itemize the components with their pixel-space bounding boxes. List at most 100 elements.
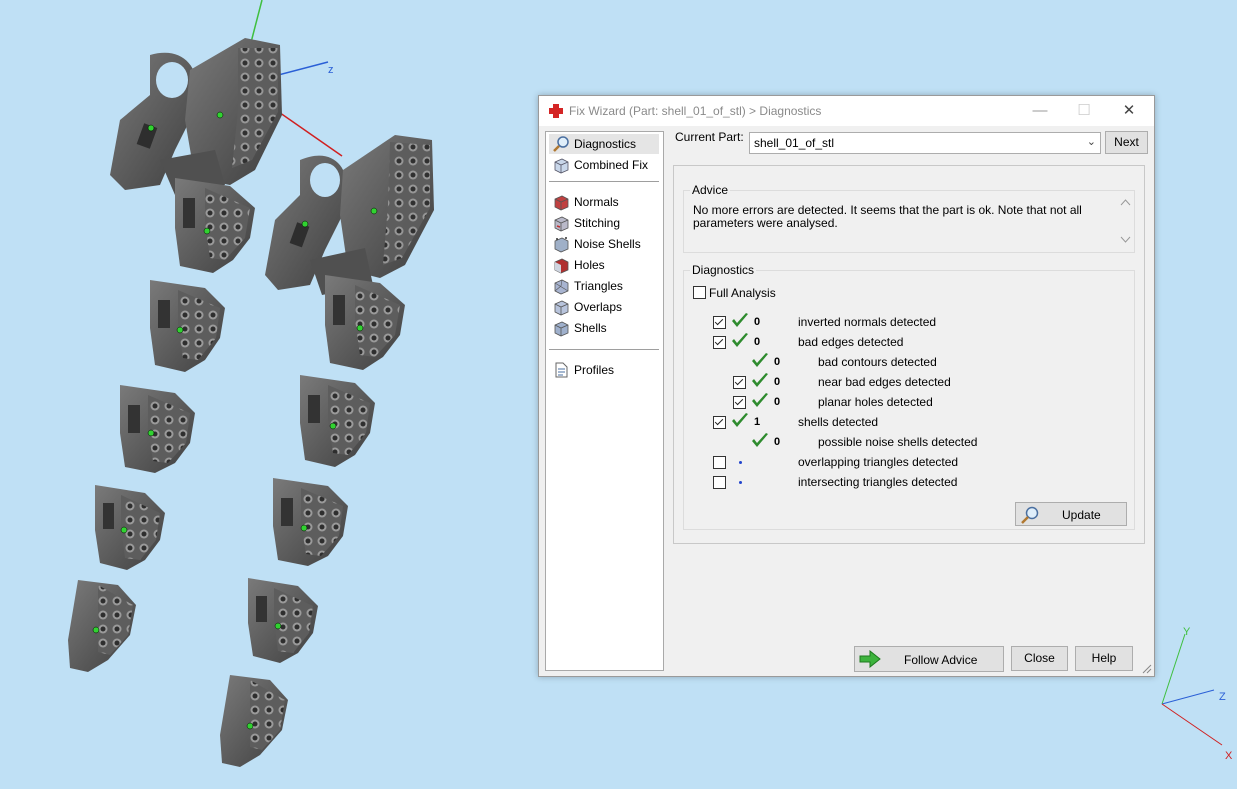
finger-segments-left bbox=[68, 178, 255, 672]
corner-z-axis-label: Z bbox=[1219, 691, 1226, 703]
noise-shells-count: 0 bbox=[774, 436, 781, 448]
nav-label-noise-shells: Noise Shells bbox=[574, 237, 641, 251]
noise-shells-label: possible noise shells detected bbox=[818, 435, 978, 449]
nav-item-profiles[interactable]: Profiles bbox=[549, 360, 659, 380]
nav-label-normals: Normals bbox=[574, 195, 619, 209]
full-analysis-label: Full Analysis bbox=[709, 286, 776, 300]
title-bar[interactable]: Fix Wizard (Part: shell_01_of_stl) > Dia… bbox=[539, 96, 1154, 126]
corner-axis-triad: Y Z X bbox=[1161, 626, 1233, 762]
magnifier-icon bbox=[553, 136, 569, 152]
advice-group: Advice No more errors are detected. It s… bbox=[683, 183, 1135, 253]
pending-dot-icon bbox=[739, 461, 742, 464]
nav-label-triangles: Triangles bbox=[574, 279, 623, 293]
green-check-icon bbox=[752, 433, 768, 447]
nav-item-noise-shells[interactable]: Noise Shells bbox=[549, 234, 659, 254]
maximize-button[interactable]: ☐ bbox=[1062, 96, 1106, 126]
green-check-icon bbox=[732, 313, 748, 327]
shells-icon bbox=[554, 321, 569, 337]
combined-fix-icon bbox=[554, 158, 569, 174]
overlapping-triangles-label: overlapping triangles detected bbox=[798, 455, 959, 469]
nav-item-normals[interactable]: Normals bbox=[549, 192, 659, 212]
diagnostics-title: Diagnostics bbox=[690, 263, 757, 277]
near-bad-edges-label: near bad edges detected bbox=[818, 375, 951, 389]
near-bad-edges-count: 0 bbox=[774, 376, 781, 388]
green-check-icon bbox=[752, 353, 768, 367]
wizard-nav: Diagnostics Combined Fix Normals Stitchi… bbox=[545, 131, 664, 671]
hinge-part-left bbox=[110, 38, 282, 195]
nav-item-shells[interactable]: Shells bbox=[549, 318, 659, 338]
overlaps-icon bbox=[554, 300, 569, 316]
green-arrow-icon bbox=[859, 650, 881, 668]
green-check-icon bbox=[752, 393, 768, 407]
nav-divider bbox=[549, 181, 659, 182]
follow-advice-button[interactable]: Follow Advice bbox=[854, 646, 1004, 672]
bad-edges-checkbox[interactable] bbox=[713, 336, 726, 349]
intersecting-triangles-checkbox[interactable] bbox=[713, 476, 726, 489]
close-button[interactable]: Close bbox=[1011, 646, 1068, 671]
update-button[interactable]: Update bbox=[1015, 502, 1127, 526]
next-button[interactable]: Next bbox=[1105, 131, 1148, 154]
current-part-dropdown[interactable]: shell_01_of_stl ⌄ bbox=[749, 132, 1101, 154]
overlapping-triangles-checkbox[interactable] bbox=[713, 456, 726, 469]
dialog-title: Fix Wizard (Part: shell_01_of_stl) > Dia… bbox=[569, 104, 822, 118]
nav-label-combined-fix: Combined Fix bbox=[574, 158, 649, 172]
main-z-axis-label: z bbox=[328, 64, 334, 76]
holes-icon bbox=[554, 258, 569, 274]
shells-checkbox[interactable] bbox=[713, 416, 726, 429]
triangles-icon bbox=[554, 279, 569, 295]
chevron-down-icon: ⌄ bbox=[1086, 136, 1096, 148]
diagnostics-group: Diagnostics Full Analysis 0 inverted nor… bbox=[683, 263, 1135, 530]
fix-wizard-dialog: Fix Wizard (Part: shell_01_of_stl) > Dia… bbox=[538, 95, 1155, 677]
finger-segments-right bbox=[220, 275, 405, 767]
inverted-normals-count: 0 bbox=[754, 316, 761, 328]
advice-title: Advice bbox=[690, 183, 731, 197]
nav-label-shells: Shells bbox=[574, 321, 607, 335]
update-button-label: Update bbox=[1062, 508, 1101, 522]
bad-contours-label: bad contours detected bbox=[818, 355, 937, 369]
inverted-normals-label: inverted normals detected bbox=[798, 315, 937, 329]
nav-label-stitching: Stitching bbox=[574, 216, 621, 230]
full-analysis-checkbox[interactable] bbox=[693, 286, 706, 299]
nav-item-overlaps[interactable]: Overlaps bbox=[549, 297, 659, 317]
nav-item-stitching[interactable]: Stitching bbox=[549, 213, 659, 233]
green-check-icon bbox=[732, 333, 748, 347]
pending-dot-icon bbox=[739, 481, 742, 484]
magnifier-icon bbox=[1021, 506, 1039, 524]
noise-shells-icon bbox=[554, 237, 569, 253]
bad-edges-count: 0 bbox=[754, 336, 761, 348]
inverted-normals-checkbox[interactable] bbox=[713, 316, 726, 329]
nav-item-holes[interactable]: Holes bbox=[549, 255, 659, 275]
corner-y-axis-label: Y bbox=[1183, 626, 1191, 638]
shells-count: 1 bbox=[754, 416, 761, 428]
nav-label-overlaps: Overlaps bbox=[574, 300, 623, 314]
near-bad-edges-checkbox[interactable] bbox=[733, 376, 746, 389]
nav-item-diagnostics[interactable]: Diagnostics bbox=[549, 134, 659, 154]
close-window-button[interactable]: ✕ bbox=[1107, 96, 1151, 126]
hinge-part-right bbox=[265, 135, 434, 295]
current-part-label: Current Part: bbox=[675, 130, 744, 144]
stitching-icon bbox=[554, 216, 569, 232]
planar-holes-count: 0 bbox=[774, 396, 781, 408]
diagnostics-panel: Advice No more errors are detected. It s… bbox=[673, 165, 1145, 544]
scroll-arrows-icon bbox=[1120, 199, 1131, 243]
planar-holes-label: planar holes detected bbox=[818, 395, 933, 409]
nav-divider bbox=[549, 349, 659, 350]
nav-item-triangles[interactable]: Triangles bbox=[549, 276, 659, 296]
green-check-icon bbox=[732, 413, 748, 427]
normals-icon bbox=[554, 195, 569, 211]
advice-text: No more errors are detected. It seems th… bbox=[693, 204, 1125, 252]
corner-x-axis-label: X bbox=[1225, 750, 1233, 762]
nav-item-combined-fix[interactable]: Combined Fix bbox=[549, 155, 659, 175]
app-cross-icon bbox=[549, 104, 563, 118]
shells-label: shells detected bbox=[798, 415, 879, 429]
intersecting-triangles-label: intersecting triangles detected bbox=[798, 475, 958, 489]
document-icon bbox=[555, 362, 568, 378]
help-button[interactable]: Help bbox=[1075, 646, 1133, 671]
nav-label-diagnostics: Diagnostics bbox=[574, 137, 637, 151]
advice-scrollbar[interactable] bbox=[1117, 191, 1134, 252]
current-part-value: shell_01_of_stl bbox=[754, 136, 835, 150]
follow-advice-label: Follow Advice bbox=[904, 653, 978, 667]
minimize-button[interactable]: — bbox=[1018, 96, 1062, 126]
planar-holes-checkbox[interactable] bbox=[733, 396, 746, 409]
resize-grip-icon[interactable] bbox=[1142, 664, 1152, 674]
